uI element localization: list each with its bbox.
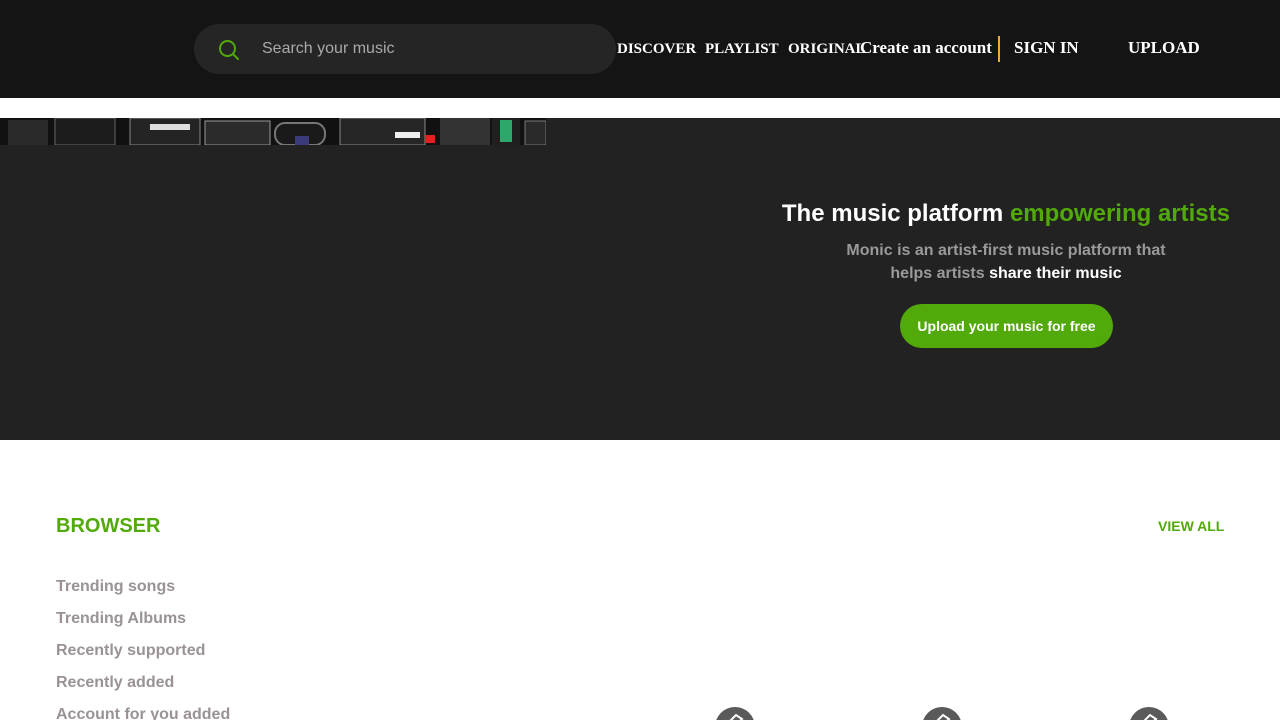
- hero-subtitle-line2: helps artists share their music: [826, 262, 1186, 285]
- browser-list: Trending songs Trending Albums Recently …: [56, 578, 230, 720]
- nav-discover[interactable]: DISCOVER: [617, 40, 696, 58]
- hero-subtitle-plain: helps artists: [890, 265, 990, 282]
- music-card-thumb[interactable]: [1129, 707, 1169, 720]
- hero-title-accent: empowering artists: [1009, 200, 1230, 227]
- hero-subtitle-line1: Monic is an artist-first music platform …: [846, 242, 1166, 259]
- nav-original[interactable]: ORIGINAL: [788, 40, 866, 58]
- hero-subtitle-bold: share their music: [989, 265, 1122, 282]
- view-all-link[interactable]: VIEW ALL: [1158, 518, 1224, 534]
- music-note-icon: [936, 713, 951, 720]
- upload-music-button[interactable]: Upload your music for free: [900, 304, 1113, 348]
- browser-item-account-for-you[interactable]: Account for you added: [56, 706, 230, 720]
- music-card-thumb[interactable]: [922, 707, 962, 720]
- music-card-thumb[interactable]: [715, 707, 755, 720]
- sign-in-link[interactable]: SIGN IN: [1014, 39, 1079, 57]
- browser-item-trending-albums[interactable]: Trending Albums: [56, 610, 230, 642]
- create-account-link[interactable]: Create an account: [860, 39, 992, 57]
- search-bar[interactable]: [194, 24, 616, 74]
- search-icon[interactable]: [218, 39, 240, 61]
- browser-item-recently-added[interactable]: Recently added: [56, 674, 230, 706]
- nav-divider: [998, 36, 1000, 62]
- hero-subtitle: Monic is an artist-first music platform …: [826, 239, 1186, 285]
- browser-item-recently-supported[interactable]: Recently supported: [56, 642, 230, 674]
- upload-link[interactable]: UPLOAD: [1128, 39, 1200, 57]
- top-header: DISCOVER PLAYLIST ORIGINAL Create an acc…: [0, 0, 1280, 98]
- hero-image-strip: [0, 118, 546, 145]
- hero-banner: The music platform empowering artists Mo…: [0, 118, 1280, 440]
- nav-playlist[interactable]: PLAYLIST: [705, 40, 779, 58]
- search-input[interactable]: [262, 24, 602, 74]
- music-note-icon: [1143, 713, 1158, 720]
- hero-title-plain: The music platform: [781, 200, 1010, 227]
- hero-title: The music platform empowering artists: [0, 200, 1230, 228]
- music-note-icon: [729, 713, 744, 720]
- browser-item-trending-songs[interactable]: Trending songs: [56, 578, 230, 610]
- hero-collage-image: [0, 118, 546, 145]
- browser-heading: BROWSER: [56, 515, 161, 537]
